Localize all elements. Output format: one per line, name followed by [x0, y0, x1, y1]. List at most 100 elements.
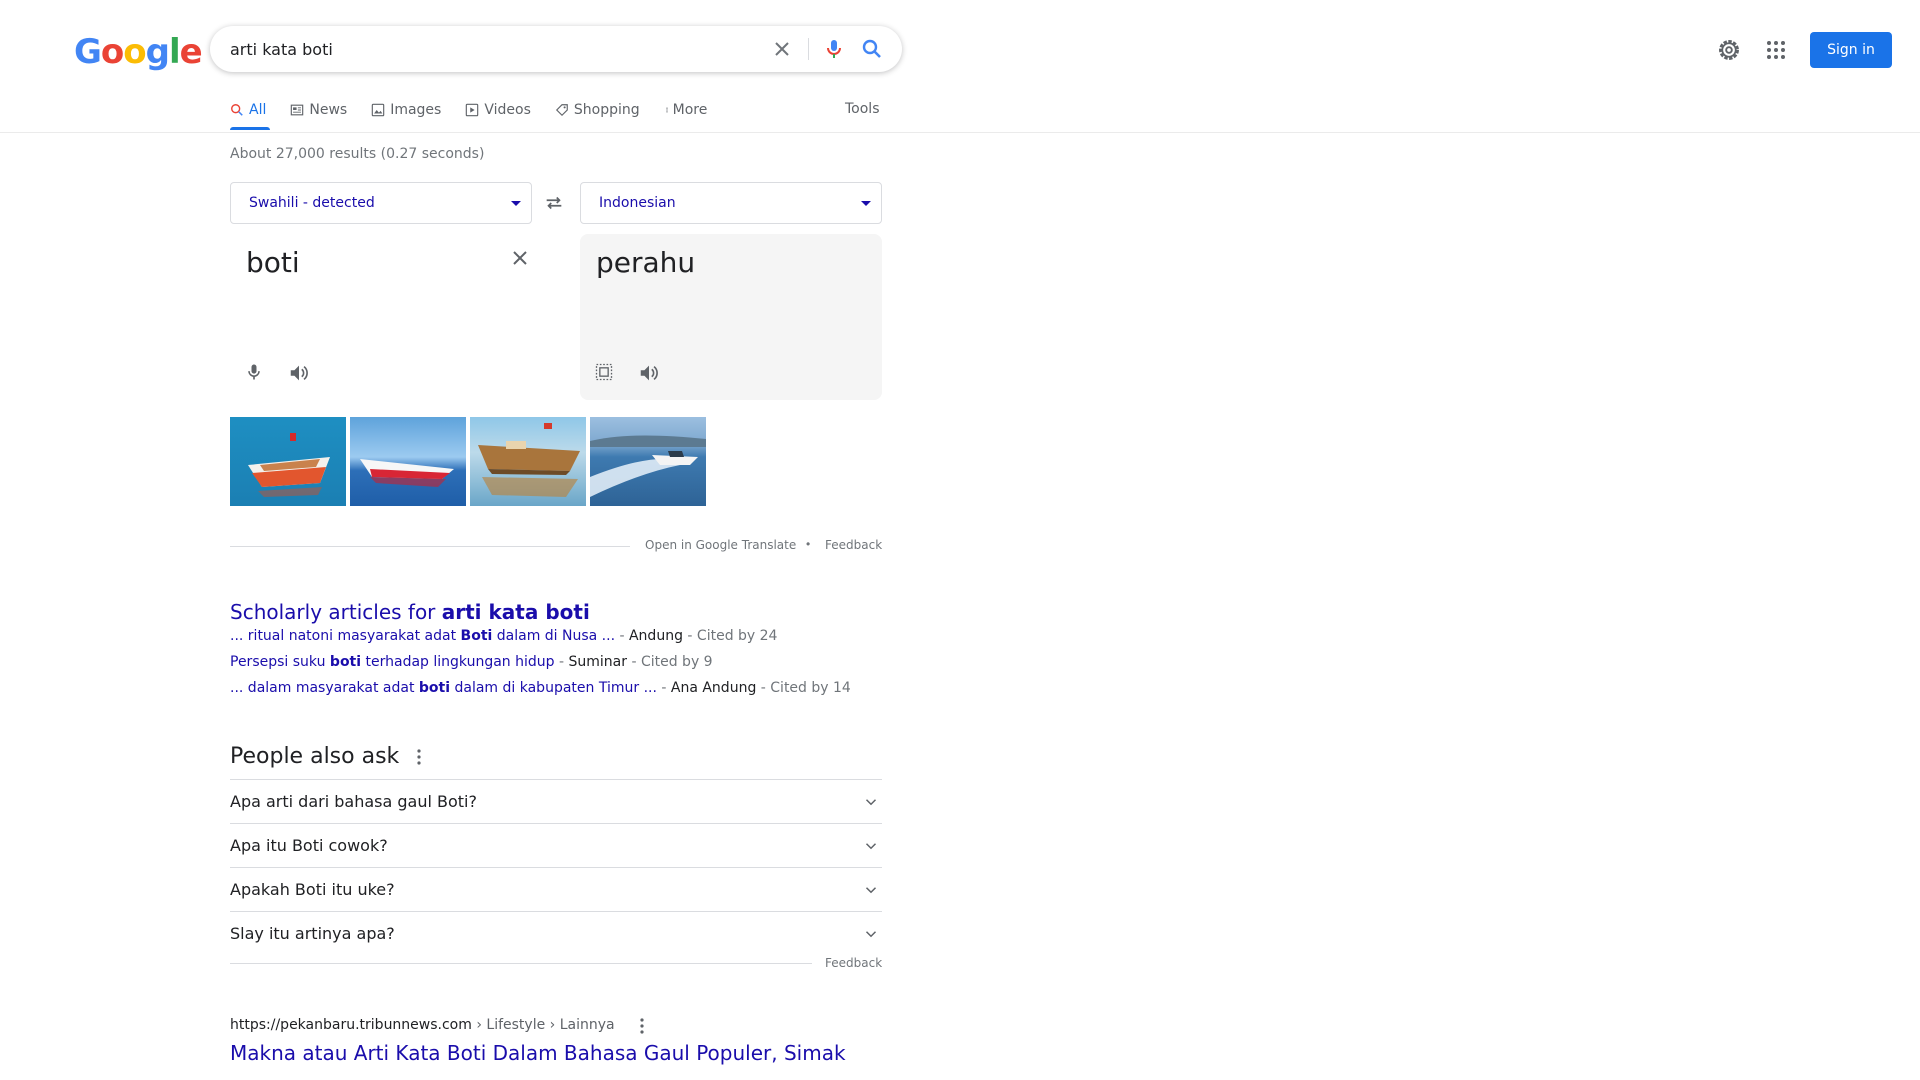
scholar-article-link[interactable]: Persepsi suku boti terhadap lingkungan h… — [230, 654, 555, 670]
translated-text: perahu — [596, 246, 696, 279]
scholarly-articles-heading[interactable]: Scholarly articles for arti kata boti — [230, 600, 590, 624]
result-breadcrumb: › Lifestyle › Lainnya — [471, 1017, 615, 1033]
video-icon — [466, 103, 479, 117]
microphone-icon[interactable] — [822, 37, 846, 61]
source-language-label: Swahili - detected — [249, 195, 375, 211]
translate-feedback-link[interactable]: Feedback — [825, 538, 882, 552]
chevron-down-icon — [865, 799, 877, 806]
paa-question-text: Apa itu Boti cowok? — [230, 836, 388, 855]
scholar-article-link[interactable]: ... ritual natoni masyarakat adat Boti d… — [230, 628, 615, 644]
tools-button[interactable]: Tools — [845, 101, 880, 117]
tab-all[interactable]: All — [230, 100, 266, 120]
source-language-select[interactable]: Swahili - detected — [230, 182, 532, 224]
tab-label: Videos — [484, 102, 531, 118]
article-author[interactable]: Ana Andung — [671, 680, 756, 696]
target-text-panel: perahu — [580, 234, 882, 400]
boat-image-thumbnail[interactable] — [590, 417, 706, 506]
article-title-part: dalam di Nusa ... — [492, 628, 616, 644]
paa-question[interactable]: Apakah Boti itu uke? — [230, 867, 882, 911]
scholar-article-row: ... ritual natoni masyarakat adat Boti d… — [230, 628, 777, 644]
result-url[interactable]: https://pekanbaru.tribunnews.com › Lifes… — [230, 1017, 615, 1033]
article-author[interactable]: Andung — [629, 628, 683, 644]
scholar-article-row: Persepsi suku boti terhadap lingkungan h… — [230, 654, 713, 670]
scholar-article-link[interactable]: ... dalam masyarakat adat boti dalam di … — [230, 680, 657, 696]
search-icon[interactable] — [860, 37, 884, 61]
target-language-select[interactable]: Indonesian — [580, 182, 882, 224]
speaker-icon[interactable] — [288, 362, 310, 384]
speaker-icon[interactable] — [638, 362, 660, 384]
dropdown-caret-icon — [861, 201, 871, 206]
source-text-panel[interactable]: boti — [230, 234, 532, 400]
search-input[interactable] — [230, 26, 750, 72]
tab-label: All — [249, 102, 267, 118]
select-text-icon[interactable] — [594, 362, 614, 382]
separator: - — [682, 628, 697, 644]
separator: - — [615, 628, 629, 644]
target-language-label: Indonesian — [599, 195, 676, 211]
source-text[interactable]: boti — [246, 246, 300, 279]
boat-image-thumbnail[interactable] — [470, 417, 586, 506]
article-title-highlight: boti — [418, 680, 451, 696]
gear-icon[interactable] — [1716, 37, 1742, 63]
dots-vertical-icon — [666, 107, 668, 113]
article-title-highlight: boti — [329, 654, 362, 670]
boat-image — [360, 459, 454, 487]
scholar-title-prefix: Scholarly articles for — [230, 600, 442, 624]
dots-vertical-icon[interactable] — [412, 746, 426, 768]
boat-image — [248, 433, 330, 497]
separator: - — [627, 654, 641, 670]
people-also-ask-heading: People also ask — [230, 744, 400, 769]
search-icon — [231, 104, 243, 116]
dots-vertical-icon[interactable] — [636, 1016, 648, 1036]
tab-news[interactable]: News — [290, 100, 347, 120]
close-icon[interactable] — [508, 246, 532, 270]
paa-feedback-link[interactable]: Feedback — [825, 956, 882, 970]
paa-question[interactable]: Slay itu artinya apa? — [230, 911, 882, 955]
article-title-part: terhadap lingkungan hidup — [361, 654, 555, 670]
image-icon — [371, 103, 385, 117]
separator: - — [554, 654, 569, 670]
result-title-link[interactable]: Makna atau Arti Kata Boti Dalam Bahasa G… — [230, 1040, 870, 1080]
tag-icon — [555, 104, 568, 117]
article-author[interactable]: Suminar — [569, 654, 628, 670]
chevron-down-icon — [865, 887, 877, 894]
logo-letter: o — [100, 32, 124, 72]
article-title-part: dalam di kabupaten Timur ... — [450, 680, 657, 696]
boat-image — [478, 423, 580, 497]
chevron-down-icon — [865, 931, 877, 938]
sign-in-button[interactable]: Sign in — [1810, 32, 1892, 68]
tab-shopping[interactable]: Shopping — [555, 100, 640, 120]
tab-videos[interactable]: Videos — [465, 100, 531, 120]
dropdown-caret-icon — [511, 201, 521, 206]
paa-question[interactable]: Apa itu Boti cowok? — [230, 823, 882, 867]
cited-by-link[interactable]: Cited by 9 — [641, 654, 713, 670]
paa-question[interactable]: Apa arti dari bahasa gaul Boti? — [230, 779, 882, 823]
tab-images[interactable]: Images — [371, 100, 441, 120]
microphone-icon[interactable] — [244, 362, 264, 382]
active-tab-indicator — [230, 127, 270, 130]
logo-letter: l — [168, 32, 181, 72]
scholar-title-query: arti kata boti — [441, 600, 590, 624]
tab-more[interactable]: More — [664, 100, 707, 120]
article-title-part: Persepsi suku — [230, 654, 330, 670]
header-divider — [0, 132, 1920, 133]
paa-divider — [230, 963, 812, 964]
cited-by-link[interactable]: Cited by 14 — [770, 680, 851, 696]
boat-image — [590, 435, 706, 497]
tab-label: News — [309, 102, 348, 118]
clear-icon[interactable] — [770, 37, 794, 61]
open-google-translate-link[interactable]: Open in Google Translate — [645, 538, 796, 552]
apps-grid-icon[interactable] — [1764, 38, 1788, 62]
logo-letter: G — [74, 32, 102, 72]
boat-image-thumbnail[interactable] — [230, 417, 346, 506]
swap-languages-icon[interactable] — [543, 192, 565, 214]
google-logo[interactable]: Google — [74, 32, 203, 72]
article-title-part: ... dalam masyarakat adat — [230, 680, 419, 696]
separator: - — [656, 680, 671, 696]
result-stats: About 27,000 results (0.27 seconds) — [230, 146, 485, 162]
cited-by-link[interactable]: Cited by 24 — [697, 628, 778, 644]
chevron-down-icon — [865, 843, 877, 850]
boat-image-thumbnail[interactable] — [350, 417, 466, 506]
result-domain: https://pekanbaru.tribunnews.com — [230, 1017, 472, 1033]
tab-label: Shopping — [573, 102, 640, 118]
